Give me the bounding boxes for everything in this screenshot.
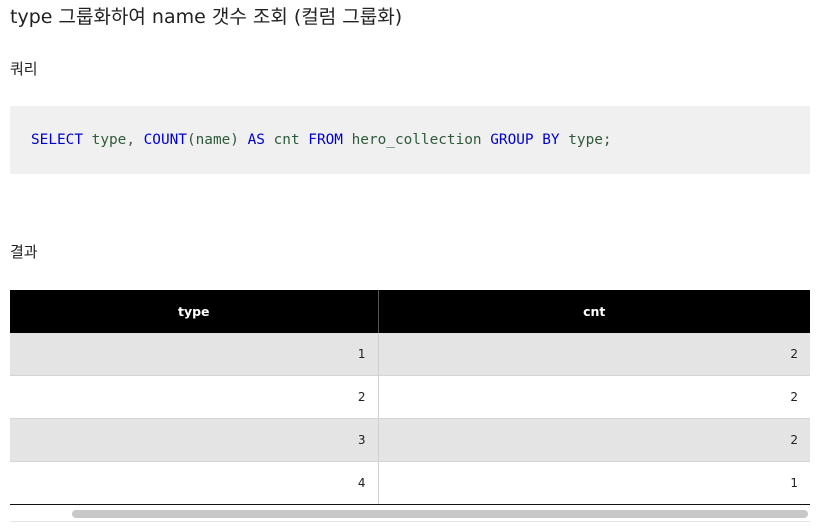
code-token: , (126, 132, 144, 148)
sql-code-line: SELECT type, COUNT(name) AS cnt FROM her… (31, 132, 612, 148)
page-heading: type 그룹화하여 name 갯수 조회 (컬럼 그룹화) (10, 6, 403, 28)
cell-type: 2 (10, 375, 378, 419)
code-token: SELECT (31, 132, 83, 148)
sql-code-block: SELECT type, COUNT(name) AS cnt FROM her… (10, 106, 810, 174)
code-token: (name) (186, 132, 239, 148)
result-table: type cnt 1 2 2 2 3 2 4 1 (10, 290, 810, 505)
cell-cnt: 2 (377, 375, 810, 419)
cell-cnt: 2 (377, 333, 810, 376)
code-token: FROM (308, 132, 343, 148)
cell-type: 1 (10, 333, 378, 376)
code-token: cnt (273, 132, 300, 148)
code-token: type; (568, 132, 612, 148)
column-header-cnt: cnt (377, 290, 810, 333)
result-table-container: type cnt 1 2 2 2 3 2 4 1 (10, 290, 810, 505)
scrollbar-thumb[interactable] (72, 510, 808, 518)
horizontal-scrollbar[interactable] (10, 507, 810, 522)
table-row: 1 2 (10, 333, 810, 376)
code-token: COUNT (143, 132, 187, 148)
table-header-row: type cnt (10, 290, 810, 333)
code-token: hero_collection (351, 132, 482, 148)
query-label: 쿼리 (10, 60, 38, 78)
table-row: 3 2 (10, 418, 810, 462)
result-label: 결과 (10, 243, 38, 261)
table-row: 4 1 (10, 461, 810, 505)
cell-type: 4 (10, 461, 378, 505)
code-token: type (91, 132, 127, 148)
cell-type: 3 (10, 418, 378, 462)
table-row: 2 2 (10, 375, 810, 419)
code-token: GROUP BY (490, 132, 560, 148)
code-token: AS (247, 132, 265, 148)
cell-cnt: 2 (377, 418, 810, 462)
cell-cnt: 1 (377, 461, 810, 505)
column-header-type: type (10, 290, 378, 333)
